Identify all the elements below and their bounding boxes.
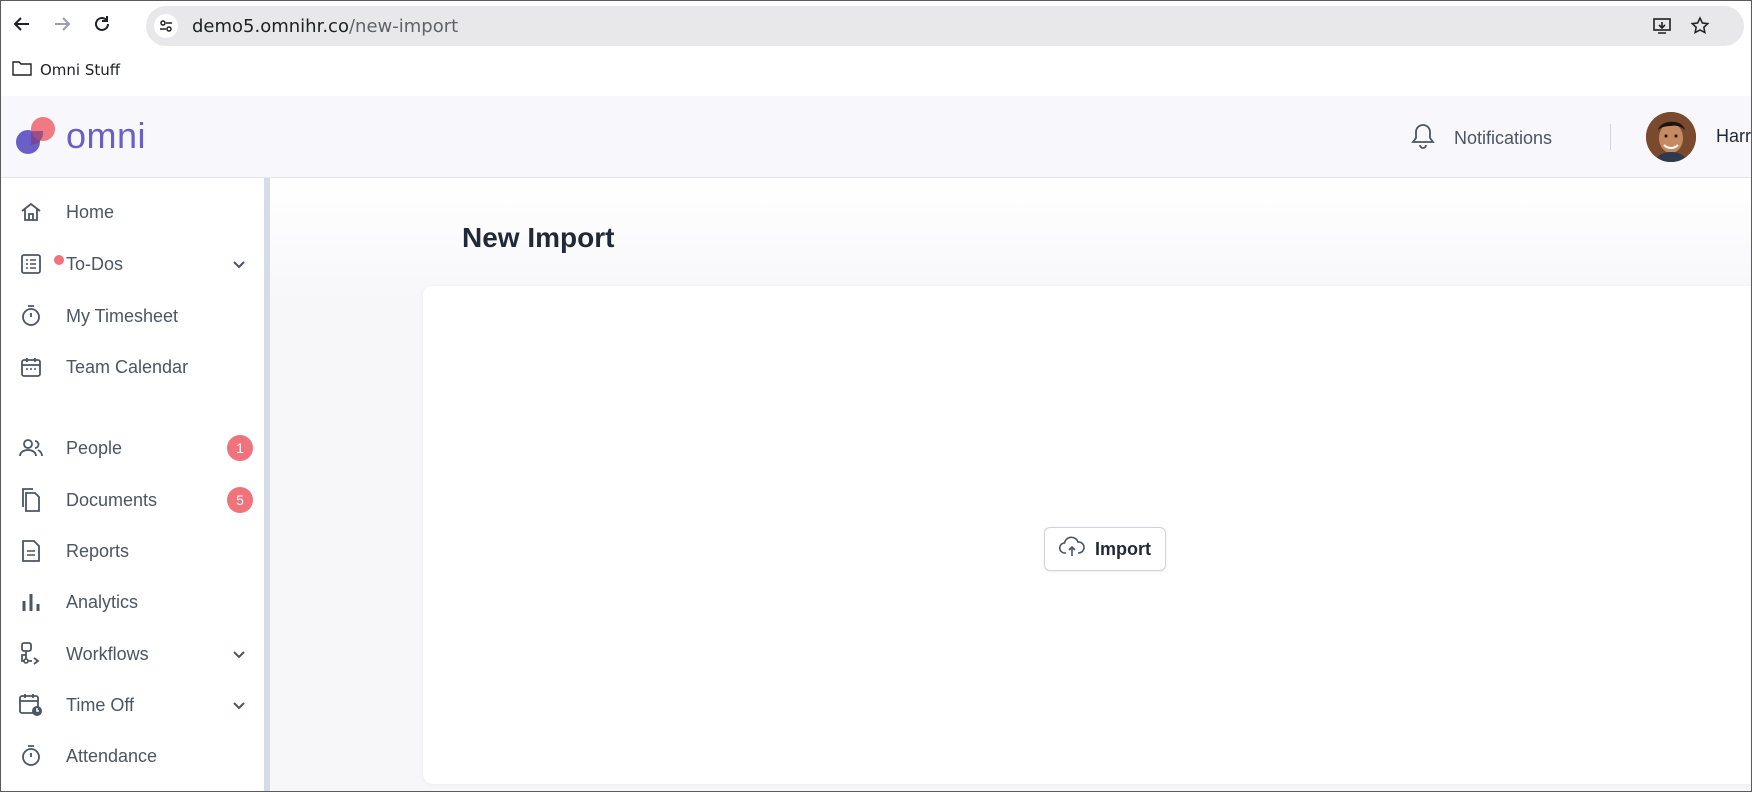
folder-icon xyxy=(12,60,32,80)
report-icon xyxy=(18,538,44,564)
stopwatch-icon xyxy=(18,743,44,769)
address-bar[interactable]: demo5.omnihr.co/new-import xyxy=(146,6,1744,46)
sidebar-item-label: Attendance xyxy=(66,745,158,766)
import-button-label: Import xyxy=(1095,538,1151,559)
calendar-clock-icon xyxy=(18,692,44,718)
header-divider xyxy=(1610,124,1611,150)
bar-chart-icon xyxy=(18,589,44,615)
chevron-down-icon[interactable] xyxy=(228,253,250,275)
documents-count-badge: 5 xyxy=(227,487,253,513)
chevron-down-icon[interactable] xyxy=(228,694,250,716)
back-arrow-icon[interactable] xyxy=(8,10,36,38)
sidebar-item-home[interactable]: Home xyxy=(0,190,264,234)
sidebar-item-label: Reports xyxy=(66,540,130,561)
sidebar-item-people[interactable]: People 1 xyxy=(0,426,264,470)
notifications-button[interactable]: Notifications xyxy=(1410,122,1552,155)
todo-list-icon xyxy=(18,251,64,277)
sidebar-item-label: Analytics xyxy=(66,591,139,612)
site-info-icon[interactable] xyxy=(154,14,178,38)
url-text: demo5.omnihr.co/new-import xyxy=(192,16,458,37)
sidebar-item-label: People xyxy=(66,437,123,458)
star-icon[interactable] xyxy=(1688,14,1712,38)
sidebar-item-time-off[interactable]: Time Off xyxy=(0,683,264,727)
sidebar-item-label: Documents xyxy=(66,489,158,510)
reload-icon[interactable] xyxy=(88,10,116,38)
url-path: /new-import xyxy=(348,16,459,37)
home-icon xyxy=(18,199,44,225)
sidebar-item-my-timesheet[interactable]: My Timesheet xyxy=(0,294,264,338)
people-count-badge: 1 xyxy=(227,435,253,461)
stopwatch-icon xyxy=(18,303,44,329)
sidebar-item-reports[interactable]: Reports xyxy=(0,529,264,573)
notifications-label: Notifications xyxy=(1454,128,1553,148)
people-icon xyxy=(18,435,44,461)
sidebar-item-label: Home xyxy=(66,201,115,222)
calendar-icon xyxy=(18,354,44,380)
bell-icon xyxy=(1410,122,1436,155)
cloud-upload-icon xyxy=(1058,536,1085,563)
sidebar-item-label: Time Off xyxy=(66,694,135,715)
page-title: New Import xyxy=(462,222,615,253)
workflow-icon xyxy=(18,641,44,667)
forward-arrow-icon[interactable] xyxy=(48,10,76,38)
sidebar-item-attendance[interactable]: Attendance xyxy=(0,734,264,778)
install-app-icon[interactable] xyxy=(1650,14,1674,38)
sidebar-item-label: To-Dos xyxy=(66,253,124,274)
sidebar-item-documents[interactable]: Documents 5 xyxy=(0,478,264,522)
sidebar-item-analytics[interactable]: Analytics xyxy=(0,580,264,624)
user-name[interactable]: Harr xyxy=(1716,126,1751,147)
avatar[interactable] xyxy=(1646,112,1696,162)
sidebar-item-label: Workflows xyxy=(66,643,149,664)
bookmark-label: Omni Stuff xyxy=(40,61,121,79)
todo-notification-dot xyxy=(54,255,64,265)
url-domain: demo5.omnihr.co xyxy=(192,16,349,37)
omni-logo[interactable]: omni xyxy=(14,114,146,158)
logo-text: omni xyxy=(66,115,147,156)
import-button[interactable]: Import xyxy=(1044,527,1166,571)
sidebar-item-label: Team Calendar xyxy=(66,356,189,377)
sidebar-item-workflows[interactable]: Workflows xyxy=(0,632,264,676)
logo-mark-icon xyxy=(16,117,55,154)
bookmark-omni-stuff[interactable]: Omni Stuff xyxy=(12,60,120,80)
sidebar-item-todos[interactable]: To-Dos xyxy=(0,242,264,286)
app-header: omni Notifications Harr xyxy=(0,96,1752,178)
documents-icon xyxy=(18,487,44,513)
chevron-down-icon[interactable] xyxy=(228,643,250,665)
sidebar-item-label: My Timesheet xyxy=(66,305,179,326)
sidebar-item-team-calendar[interactable]: Team Calendar xyxy=(0,345,264,389)
browser-toolbar: demo5.omnihr.co/new-import xyxy=(0,0,1752,50)
